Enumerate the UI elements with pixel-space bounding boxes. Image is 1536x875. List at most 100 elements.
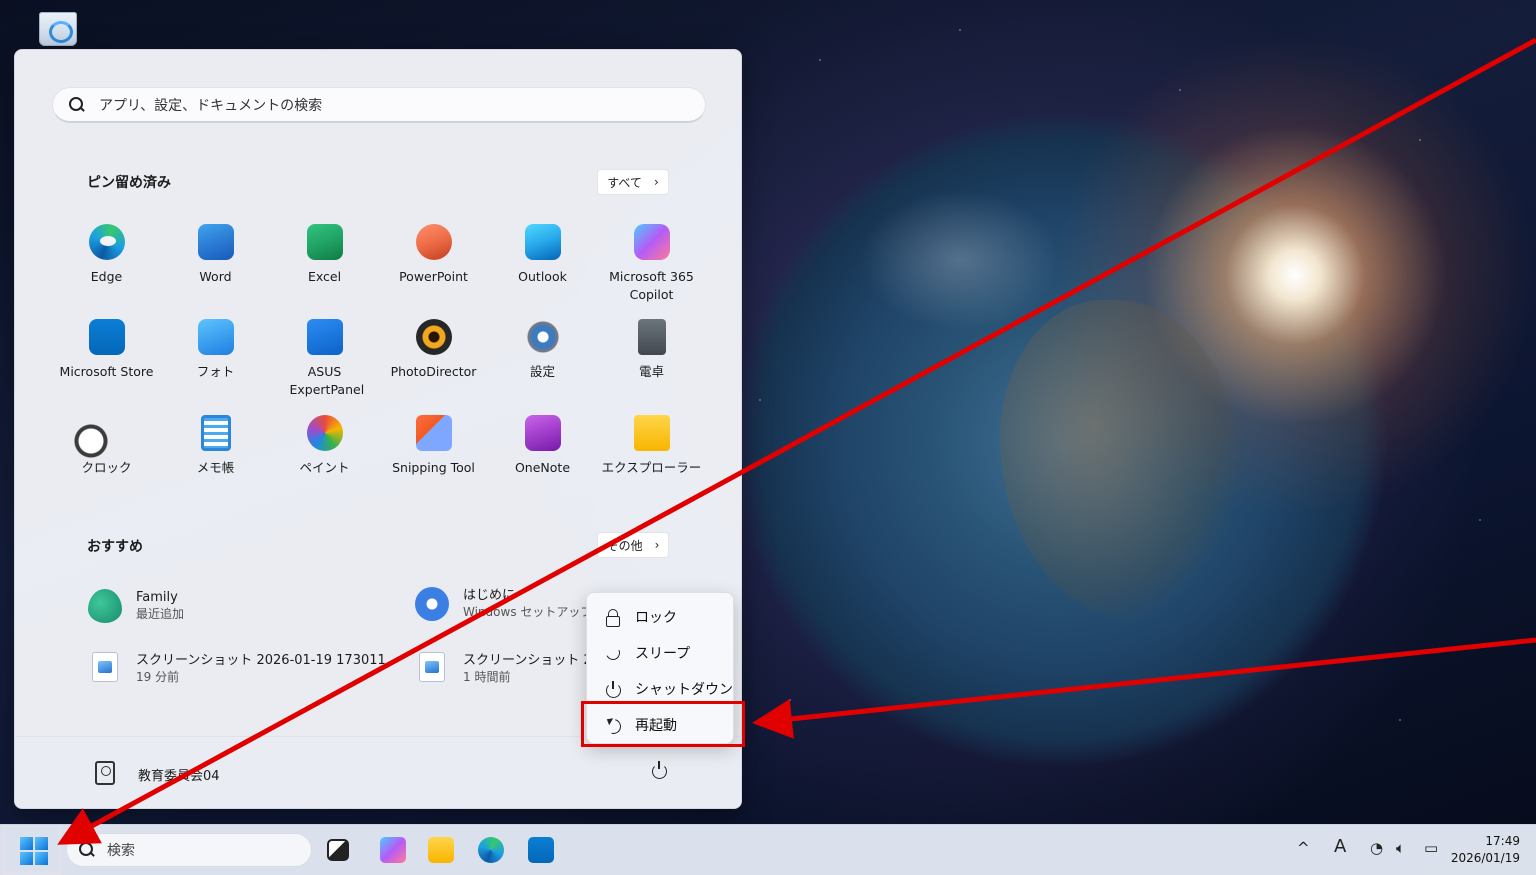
excel-icon — [306, 224, 343, 260]
recommended-item-get-started[interactable]: はじめに Windows セットアップ — [415, 587, 592, 621]
image-file-icon — [419, 652, 445, 682]
rec-subtitle: 19 分前 — [136, 670, 180, 684]
chevron-right-icon: › — [653, 175, 659, 189]
powerpoint-icon — [415, 224, 452, 260]
pinned-app-paint[interactable]: ペイント — [270, 415, 379, 477]
notepad-icon — [200, 415, 231, 451]
volume-icon[interactable]: 🔈︎ — [1396, 839, 1405, 857]
search-icon — [69, 96, 85, 113]
family-heart-icon — [88, 589, 122, 623]
app-label: クロック — [81, 460, 132, 475]
rec-title: スクリーンショット 2026-01-19 173011 — [136, 653, 386, 668]
word-icon — [197, 224, 234, 260]
shutdown-icon — [605, 681, 621, 698]
power-menu-label: ロック — [635, 610, 677, 626]
pinned-app-settings[interactable]: 設定 — [488, 319, 597, 381]
pinned-app-m365-copilot[interactable]: Microsoft 365 Copilot — [597, 224, 706, 304]
chevron-right-icon: › — [654, 538, 660, 552]
file-explorer-taskbar-icon[interactable] — [428, 837, 454, 863]
pinned-app-excel[interactable]: Excel — [270, 224, 379, 286]
pinned-app-store[interactable]: Microsoft Store — [52, 319, 161, 381]
rec-subtitle: 最近追加 — [136, 607, 185, 621]
m365-copilot-icon — [633, 224, 670, 260]
app-label: Snipping Tool — [392, 460, 475, 475]
app-label: Word — [199, 269, 232, 284]
ime-mode-indicator[interactable]: A — [1334, 836, 1346, 857]
photos-icon — [197, 319, 234, 355]
clock-icon — [72, 423, 109, 459]
recommended-item-family[interactable]: Family 最近追加 — [88, 589, 184, 623]
show-hidden-icons-chevron[interactable]: ^ — [1297, 839, 1310, 857]
windows-start-button[interactable] — [20, 837, 48, 865]
user-account-icon[interactable] — [95, 761, 115, 785]
taskbar-search-input[interactable]: 検索 — [66, 833, 312, 867]
start-search-input[interactable]: アプリ、設定、ドキュメントの検索 — [52, 87, 706, 123]
pinned-app-clock[interactable]: クロック — [52, 415, 161, 477]
snipping-tool-icon — [415, 415, 452, 451]
get-started-icon — [415, 587, 449, 621]
app-label: ASUS ExpertPanel — [289, 364, 365, 397]
app-label: フォト — [196, 364, 235, 379]
user-name[interactable]: 教育委員会04 — [138, 765, 220, 784]
pinned-app-powerpoint[interactable]: PowerPoint — [379, 224, 488, 286]
m365-copilot-taskbar-icon[interactable] — [380, 837, 406, 863]
more-recommended-button[interactable]: その他 › — [597, 532, 669, 558]
app-label: Outlook — [518, 269, 567, 284]
pinned-app-notepad[interactable]: メモ帳 — [161, 415, 270, 477]
asus-expertpanel-icon — [306, 319, 343, 355]
pinned-section-title: ピン留め済み — [87, 175, 171, 191]
taskbar-clock[interactable]: 17:49 2026/01/19 — [1451, 833, 1520, 867]
pinned-app-word[interactable]: Word — [161, 224, 270, 286]
pinned-app-calculator[interactable]: 電卓 — [597, 319, 706, 381]
power-menu-lock[interactable]: ロック — [587, 599, 733, 635]
edge-icon — [88, 224, 125, 260]
app-label: PhotoDirector — [390, 364, 477, 379]
app-label: エクスプローラー — [601, 460, 702, 475]
outlook-icon — [524, 224, 561, 260]
app-label: Edge — [90, 269, 123, 284]
battery-icon[interactable]: ▭ — [1424, 839, 1438, 857]
rec-title: Family — [136, 590, 178, 605]
pinned-app-outlook[interactable]: Outlook — [488, 224, 597, 286]
pinned-app-snipping-tool[interactable]: Snipping Tool — [379, 415, 488, 477]
app-label: 設定 — [529, 364, 555, 379]
store-taskbar-icon[interactable] — [528, 837, 554, 863]
search-icon — [79, 842, 95, 858]
search-placeholder: アプリ、設定、ドキュメントの検索 — [99, 97, 323, 114]
pinned-app-asus-expertpanel[interactable]: ASUS ExpertPanel — [270, 319, 379, 399]
rec-title: はじめに — [463, 588, 516, 603]
all-apps-button[interactable]: すべて › — [597, 169, 669, 195]
pinned-app-onenote[interactable]: OneNote — [488, 415, 597, 477]
onenote-icon — [524, 415, 561, 451]
wifi-icon[interactable]: ◔ — [1370, 839, 1383, 857]
clock-time: 17:49 — [1485, 834, 1520, 848]
restart-highlight-box — [581, 701, 745, 747]
paint-icon — [306, 415, 343, 451]
power-icon — [652, 761, 667, 779]
clock-date: 2026/01/19 — [1450, 851, 1520, 865]
app-label: Microsoft Store — [59, 364, 154, 379]
pinned-app-edge[interactable]: Edge — [52, 224, 161, 286]
app-label: ペイント — [299, 460, 350, 475]
recommended-item-screenshot-1[interactable]: スクリーンショット 2026-01-19 173011 19 分前 — [88, 652, 386, 685]
recycle-bin-icon[interactable] — [38, 12, 78, 48]
recommended-section-title: おすすめ — [87, 539, 143, 555]
pinned-app-photodirector[interactable]: PhotoDirector — [379, 319, 488, 381]
power-button[interactable] — [647, 759, 673, 785]
rec-subtitle: Windows セットアップ — [463, 605, 593, 619]
all-apps-label: すべて — [607, 175, 642, 190]
taskbar-search-placeholder: 検索 — [107, 843, 135, 859]
store-icon — [88, 319, 125, 355]
wallpaper-earth-continent — [860, 190, 1060, 330]
app-label: 電卓 — [638, 364, 664, 379]
pinned-app-photos[interactable]: フォト — [161, 319, 270, 381]
photodirector-icon — [415, 319, 452, 355]
app-label: Microsoft 365 Copilot — [609, 269, 694, 302]
power-menu-label: スリープ — [635, 646, 691, 662]
calculator-icon — [637, 319, 666, 355]
pinned-app-file-explorer[interactable]: エクスプローラー — [597, 415, 706, 477]
power-menu-sleep[interactable]: スリープ — [587, 635, 733, 671]
edge-taskbar-icon[interactable] — [478, 837, 504, 863]
task-view-icon[interactable] — [327, 839, 349, 861]
settings-icon — [524, 319, 561, 355]
